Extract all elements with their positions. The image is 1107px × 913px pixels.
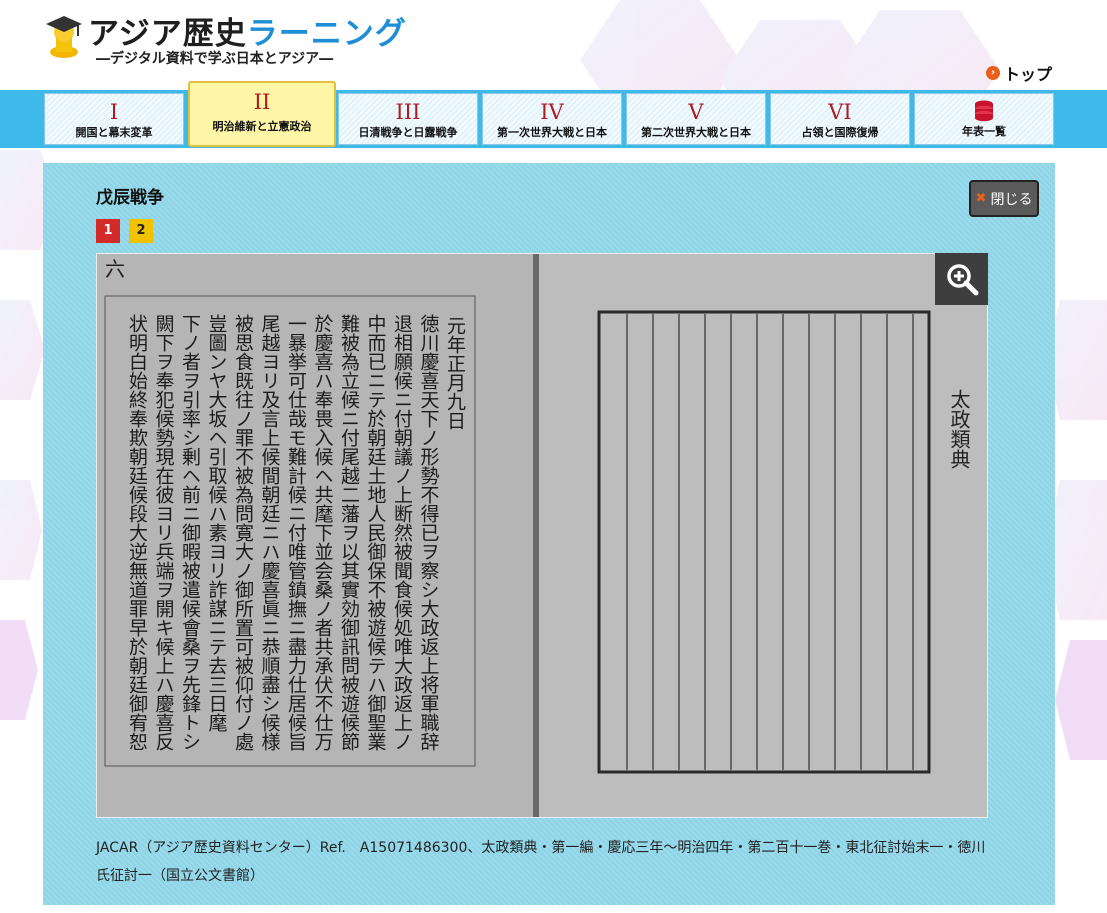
source-caption: JACAR（アジア歴史資料センター）Ref. A15071486300、太政類典…: [96, 840, 986, 884]
site-logo[interactable]: アジア歴史ラーニング ―デジタル資料で学ぶ日本とアジア―: [44, 8, 406, 70]
nav-chapter-label: 占領と国際復帰: [801, 126, 879, 139]
document-text-column: 退相願候ニ付朝議ノ上断然被聞食候処唯大政返上ノ: [391, 314, 413, 751]
nav-timeline[interactable]: 年表一覧: [914, 93, 1054, 145]
document-scan: 六 元年正月九日徳川慶喜天下ノ形勢不得已ヲ察シ大政返上将軍職辞退相願候ニ付朝議ノ…: [97, 254, 987, 817]
document-text-column: 難被為立候ニ付尾越二藩ヲ以其實効御訊問被遊候節: [338, 314, 360, 751]
document-text-column: 下ノ者ヲ引率シ剰ヘ前ニ御暇被遣候會桑ヲ先鋒トシ: [179, 314, 201, 751]
logo-subtitle: ―デジタル資料で学ぶ日本とアジア―: [96, 51, 334, 67]
page-button-2[interactable]: 2: [129, 219, 153, 243]
logo-title-dark: アジア歴史: [88, 16, 247, 52]
nav-timeline-label: 年表一覧: [962, 125, 1006, 138]
nav-chapter-number: VI: [828, 100, 852, 124]
right-page-label: 太政類典: [947, 389, 971, 469]
page-marker: 六: [105, 257, 125, 281]
nav-chapter-5[interactable]: V 第二次世界大戦と日本: [626, 93, 766, 145]
close-icon: ✖: [975, 191, 987, 206]
top-link-label: トップ: [1004, 65, 1053, 84]
nav-chapter-6[interactable]: VI 占領と国際復帰: [770, 93, 910, 145]
zoom-button[interactable]: [935, 253, 988, 305]
panel-title: 戊辰戦争: [96, 188, 164, 208]
nav-chapter-2[interactable]: II 明治維新と立憲政治: [188, 81, 336, 147]
nav-chapter-number: III: [395, 100, 421, 124]
document-text-column: 状明白始終奉欺朝廷候段大逆無道罪早於朝廷御宥恕: [126, 314, 148, 751]
nav-chapter-label: 開国と幕末変革: [75, 126, 153, 139]
nav-chapter-4[interactable]: IV 第一次世界大戦と日本: [482, 93, 622, 145]
nav-chapter-number: IV: [540, 100, 564, 124]
document-text-column: 徳川慶喜天下ノ形勢不得已ヲ察シ大政返上将軍職辞: [418, 314, 440, 751]
logo-title: アジア歴史ラーニング: [88, 8, 407, 53]
nav-chapter-number: V: [688, 100, 704, 124]
top-link[interactable]: › トップ: [986, 61, 1052, 85]
document-text-column: 一暴挙可仕哉モ難計候ニ付唯管鎮撫ニ盡力仕居候旨: [285, 314, 307, 751]
chevron-right-icon: ›: [986, 66, 1000, 80]
close-button[interactable]: ✖ 閉じる: [969, 180, 1039, 217]
scanned-document-image: 六 元年正月九日 徳川慶喜天下ノ形勢不得已ヲ察シ大政返上将軍職辞 退相願候ニ付朝議ノ…: [96, 253, 988, 818]
document-text-column: 尾越ヨリ及言上候間朝廷ニハ慶喜眞ニ恭順盡シ候様: [259, 314, 281, 751]
nav-chapter-label: 第二次世界大戦と日本: [641, 126, 751, 139]
nav-chapter-label: 明治維新と立憲政治: [212, 120, 312, 133]
logo-title-blue: ラーニング: [246, 16, 407, 52]
nav-chapter-label: 第一次世界大戦と日本: [497, 126, 607, 139]
document-text-column: 被思食既往ノ罪不被為問寛大ノ御所置可被仰付ノ處: [232, 314, 254, 751]
nav-chapter-1[interactable]: I 開国と幕末変革: [44, 93, 184, 145]
zoom-in-icon: [946, 264, 978, 296]
document-text-column: 於慶喜ハ奉畏入候ヘ共麾下並会桑ノ者共承伏不仕万: [312, 314, 334, 751]
document-text-column: 闕下ヲ奉犯候勢現在彼ヨリ兵端ヲ開キ候上ハ慶喜反: [153, 314, 175, 751]
nav-chapter-number: I: [109, 100, 119, 124]
close-button-label: 閉じる: [990, 191, 1033, 208]
page-button-1[interactable]: 1: [96, 219, 120, 243]
document-text-column: 豈圖ンヤ大坂ヘ引取候ハ素ヨリ詐謀ニテ去三日麾: [206, 314, 228, 733]
graduation-cap-icon: [46, 16, 82, 58]
document-text-column: 中而已ニテ於朝廷土地人民御保不被遊候テハ御聖業: [365, 314, 387, 751]
nav-chapter-3[interactable]: III 日清戦争と日露戦争: [338, 93, 478, 145]
nav-chapter-label: 日清戦争と日露戦争: [358, 126, 458, 139]
database-icon: [975, 100, 993, 122]
nav-chapter-number: II: [253, 90, 271, 114]
document-text-column: 元年正月九日: [444, 316, 466, 430]
